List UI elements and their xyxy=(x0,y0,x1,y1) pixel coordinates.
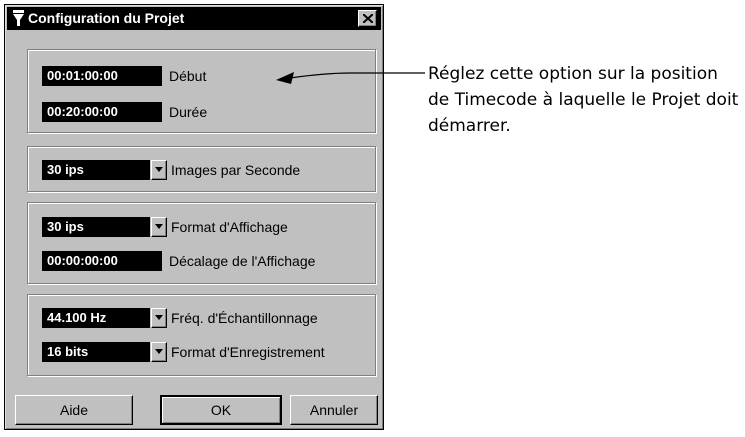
display-format-select[interactable]: 30 ips xyxy=(42,217,150,237)
display-format-dropdown-button[interactable] xyxy=(151,217,167,237)
window-title: Configuration du Projet xyxy=(28,10,185,26)
cancel-button[interactable]: Annuler xyxy=(290,395,378,425)
sample-rate-label: Fréq. d'Échantillonnage xyxy=(171,310,318,326)
record-format-label: Format d'Enregistrement xyxy=(171,344,325,360)
ok-button[interactable]: OK xyxy=(160,395,282,425)
chevron-down-icon xyxy=(155,167,163,172)
chevron-down-icon xyxy=(155,315,163,320)
sample-rate-select[interactable]: 44.100 Hz xyxy=(42,308,150,328)
chevron-down-icon xyxy=(155,224,163,229)
callout-text: Réglez cette option sur la position de T… xyxy=(428,64,739,136)
help-button[interactable]: Aide xyxy=(15,395,133,425)
display-offset-field[interactable]: 00:00:00:00 xyxy=(42,251,162,271)
length-timecode-field[interactable]: 00:20:00:00 xyxy=(42,102,162,122)
record-format-dropdown-button[interactable] xyxy=(151,342,167,362)
audio-group xyxy=(27,294,376,376)
sample-rate-dropdown-button[interactable] xyxy=(151,308,167,328)
close-icon xyxy=(363,14,373,23)
frame-rate-dropdown-button[interactable] xyxy=(151,160,167,180)
frame-rate-select[interactable]: 30 ips xyxy=(42,160,150,180)
app-icon xyxy=(13,10,24,26)
close-button[interactable] xyxy=(358,10,377,27)
frame-rate-label: Images par Seconde xyxy=(171,162,301,178)
start-label: Début xyxy=(169,68,207,84)
title-bar[interactable]: Configuration du Projet xyxy=(7,7,381,30)
chevron-down-icon xyxy=(155,349,163,354)
display-group xyxy=(27,202,376,284)
start-timecode-field[interactable]: 00:01:00:00 xyxy=(42,66,162,86)
display-offset-label: Décalage de l'Affichage xyxy=(169,253,316,269)
project-setup-dialog: Configuration du Projet 00:01:00:00 Débu… xyxy=(4,4,384,430)
display-format-label: Format d'Affichage xyxy=(171,219,288,235)
record-format-select[interactable]: 16 bits xyxy=(42,342,150,362)
length-label: Durée xyxy=(169,104,208,120)
